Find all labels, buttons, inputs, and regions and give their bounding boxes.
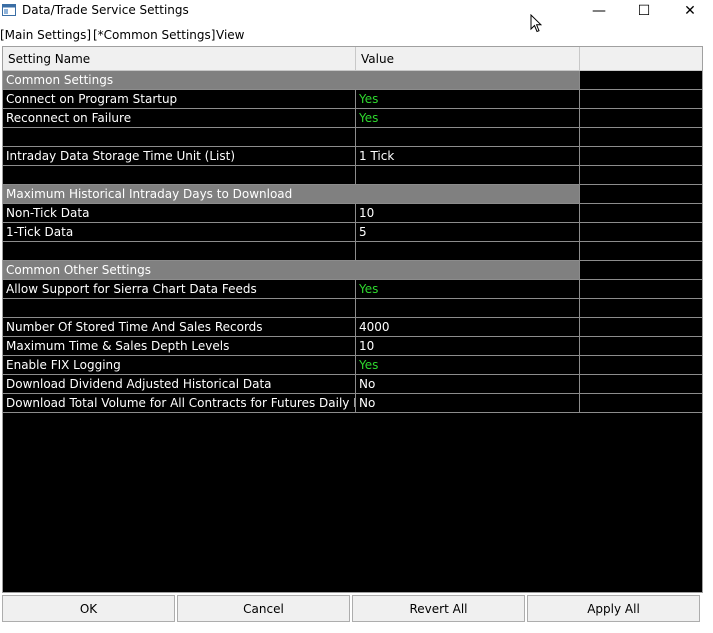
blank-row xyxy=(3,128,702,147)
maximize-button[interactable]: ☐ xyxy=(621,0,667,22)
extra-cell xyxy=(580,394,702,413)
extra-cell xyxy=(580,109,702,128)
setting-value[interactable]: Yes xyxy=(356,90,580,109)
extra-cell xyxy=(580,318,702,337)
setting-name: Connect on Program Startup xyxy=(3,90,356,109)
menu-common-settings[interactable]: [*Common Settings] xyxy=(93,28,215,42)
section-title: Common Settings xyxy=(3,71,356,90)
setting-row[interactable]: 1-Tick Data 5 xyxy=(3,223,702,242)
extra-cell xyxy=(580,299,702,318)
app-icon xyxy=(2,4,16,16)
maximize-icon: ☐ xyxy=(637,3,651,19)
setting-row[interactable]: Download Dividend Adjusted Historical Da… xyxy=(3,375,702,394)
section-header-row: Maximum Historical Intraday Days to Down… xyxy=(3,185,702,204)
menu-main-settings[interactable]: [Main Settings] xyxy=(0,28,91,42)
setting-name: Reconnect on Failure xyxy=(3,109,356,128)
extra-cell xyxy=(580,147,702,166)
menu-view[interactable]: View xyxy=(216,28,244,42)
setting-value[interactable]: No xyxy=(356,394,580,413)
grid-header: Setting Name Value xyxy=(3,47,702,71)
blank-row xyxy=(3,166,702,185)
column-header-value[interactable]: Value xyxy=(356,47,580,71)
extra-cell xyxy=(580,71,702,90)
section-title: Maximum Historical Intraday Days to Down… xyxy=(3,185,356,204)
extra-cell xyxy=(580,337,702,356)
setting-name xyxy=(3,299,356,318)
extra-cell xyxy=(580,375,702,394)
extra-cell xyxy=(580,356,702,375)
setting-value[interactable]: Yes xyxy=(356,356,580,375)
setting-row[interactable]: Connect on Program Startup Yes xyxy=(3,90,702,109)
extra-cell xyxy=(580,128,702,147)
extra-cell xyxy=(580,280,702,299)
setting-name xyxy=(3,242,356,261)
extra-cell xyxy=(580,242,702,261)
setting-value xyxy=(356,261,580,280)
blank-row xyxy=(3,242,702,261)
setting-value[interactable]: 5 xyxy=(356,223,580,242)
extra-cell xyxy=(580,166,702,185)
apply-all-button[interactable]: Apply All xyxy=(527,595,700,622)
setting-name: Download Total Volume for All Contracts … xyxy=(3,394,356,413)
setting-name: Non-Tick Data xyxy=(3,204,356,223)
setting-row[interactable]: Reconnect on Failure Yes xyxy=(3,109,702,128)
extra-cell xyxy=(580,185,702,204)
setting-name: Enable FIX Logging xyxy=(3,356,356,375)
menu-bar: [Main Settings] [*Common Settings] View xyxy=(0,26,713,44)
setting-value[interactable]: 4000 xyxy=(356,318,580,337)
section-header-row: Common Settings xyxy=(3,71,702,90)
minimize-icon: — xyxy=(592,3,606,19)
setting-name: Allow Support for Sierra Chart Data Feed… xyxy=(3,280,356,299)
title-bar: Data/Trade Service Settings — ☐ ✕ xyxy=(0,0,713,33)
setting-name: Maximum Time & Sales Depth Levels xyxy=(3,337,356,356)
setting-value[interactable]: 10 xyxy=(356,204,580,223)
setting-name xyxy=(3,128,356,147)
setting-row[interactable]: Intraday Data Storage Time Unit (List) 1 … xyxy=(3,147,702,166)
setting-name: Download Dividend Adjusted Historical Da… xyxy=(3,375,356,394)
close-icon: ✕ xyxy=(684,3,696,19)
revert-all-button[interactable]: Revert All xyxy=(352,595,525,622)
setting-row[interactable]: Enable FIX Logging Yes xyxy=(3,356,702,375)
setting-row[interactable]: Non-Tick Data 10 xyxy=(3,204,702,223)
setting-name: 1-Tick Data xyxy=(3,223,356,242)
section-title: Common Other Settings xyxy=(3,261,356,280)
extra-cell xyxy=(580,223,702,242)
setting-name: Number Of Stored Time And Sales Records xyxy=(3,318,356,337)
window-title: Data/Trade Service Settings xyxy=(22,3,189,17)
extra-cell xyxy=(580,204,702,223)
setting-value xyxy=(356,71,580,90)
setting-name: Intraday Data Storage Time Unit (List) xyxy=(3,147,356,166)
close-button[interactable]: ✕ xyxy=(667,0,713,22)
setting-value xyxy=(356,128,580,147)
setting-value[interactable]: Yes xyxy=(356,109,580,128)
setting-value xyxy=(356,299,580,318)
column-header-setting-name[interactable]: Setting Name xyxy=(3,47,356,71)
setting-value[interactable]: 10 xyxy=(356,337,580,356)
setting-row[interactable]: Maximum Time & Sales Depth Levels 10 xyxy=(3,337,702,356)
button-bar: OK Cancel Revert All Apply All xyxy=(2,595,703,622)
grid-rows: Common Settings Connect on Program Startu… xyxy=(3,71,702,413)
setting-value xyxy=(356,185,580,204)
setting-value[interactable]: 1 Tick xyxy=(356,147,580,166)
setting-value xyxy=(356,166,580,185)
extra-cell xyxy=(580,90,702,109)
settings-grid: Setting Name Value Common Settings Connec… xyxy=(2,46,703,593)
blank-row xyxy=(3,299,702,318)
setting-name xyxy=(3,166,356,185)
setting-value xyxy=(356,242,580,261)
setting-value[interactable]: No xyxy=(356,375,580,394)
section-header-row: Common Other Settings xyxy=(3,261,702,280)
setting-row[interactable]: Allow Support for Sierra Chart Data Feed… xyxy=(3,280,702,299)
column-header-extra[interactable] xyxy=(580,47,702,71)
setting-row[interactable]: Download Total Volume for All Contracts … xyxy=(3,394,702,413)
extra-cell xyxy=(580,261,702,280)
cancel-button[interactable]: Cancel xyxy=(177,595,350,622)
minimize-button[interactable]: — xyxy=(576,0,622,22)
ok-button[interactable]: OK xyxy=(2,595,175,622)
setting-row[interactable]: Number Of Stored Time And Sales Records 4… xyxy=(3,318,702,337)
setting-value[interactable]: Yes xyxy=(356,280,580,299)
